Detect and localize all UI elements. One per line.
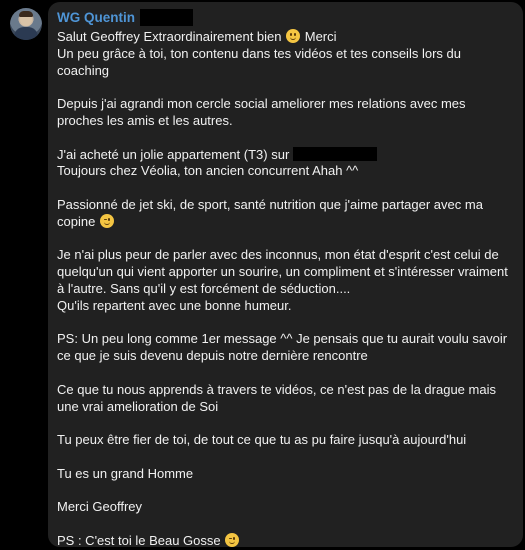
message-paragraph-ps2: PS : C'est toi le Beau Gosse [57,532,515,550]
apartment-text: J'ai acheté un jolie appartement (T3) su… [57,146,290,162]
sender-header: WG Quentin [57,7,193,27]
slightly-smiling-face-icon [286,29,301,43]
mood-text: Qu'ils repartent avec une bonne humeur. [57,297,292,313]
redacted-surname [140,8,193,26]
message-paragraph-hobbies: Passionné de jet ski, de sport, santé nu… [57,197,515,231]
thanks-line: Un peu grâce à toi, ton contenu dans tes… [57,45,461,78]
winking-face-icon [99,213,114,228]
greeting-text: Salut Geoffrey Extraordinairement bien [57,29,282,44]
hobbies-text: Passionné de jet ski, de sport, santé nu… [57,196,483,229]
message-paragraph-apartment: J'ai acheté un jolie appartement (T3) su… [57,146,515,181]
sender-avatar[interactable] [10,8,42,40]
sender-name[interactable]: WG Quentin [57,10,135,25]
beau-gosse-text: PS : C'est toi le Beau Gosse [57,532,221,548]
message-paragraph-videos: Ce que tu nous apprends à travers te vid… [57,381,496,414]
redacted-location [292,146,377,161]
message-paragraph-mindset: Je n'ai plus peur de parler avec des inc… [57,247,515,314]
winking-face-icon [225,532,240,547]
message-paragraph-homme: Tu es un grand Homme [57,465,194,481]
message-paragraph-greeting: Salut Geoffrey Extraordinairement bien M… [57,29,515,79]
chat-window: WG Quentin Salut Geoffrey Extraordinaire… [0,0,525,549]
avatar-shirt [14,27,38,40]
mindset-text: Je n'ai plus peur de parler avec des inc… [57,247,508,296]
merci-text: Merci [304,29,337,44]
message-text: Salut Geoffrey Extraordinairement bien M… [57,29,515,550]
message-paragraph-merci: Merci Geoffrey [57,499,143,515]
message-paragraph-social: Depuis j'ai agrandi mon cercle social am… [57,96,466,128]
message-paragraph-ps1: PS: Un peu long comme 1er message ^^ Je … [57,331,508,364]
avatar-hair [19,11,33,17]
message-paragraph-proud: Tu peux être fier de toi, de tout ce que… [57,432,467,448]
veolia-text: Toujours chez Véolia, ton ancien concurr… [57,163,359,179]
